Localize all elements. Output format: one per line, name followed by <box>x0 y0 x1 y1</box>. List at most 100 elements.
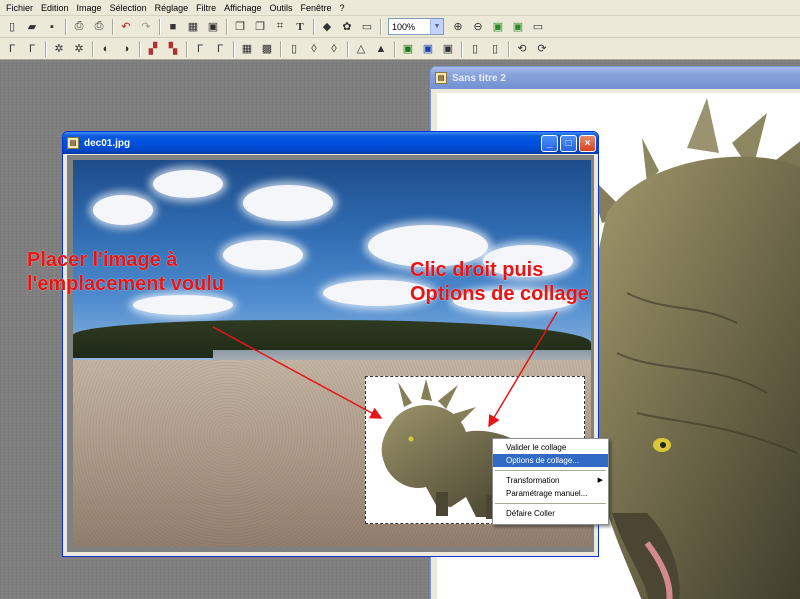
fit-window-icon[interactable]: ▣ <box>489 18 507 36</box>
tools-toolbar: Γ Γ ✲ ✲ ◐ ◑ ▞ ▚ Γ Γ ▦ ▩ ▯ ◊ ◊ △ ▲ ▣ ▣ ▣ … <box>0 38 800 60</box>
gamma-down-icon[interactable]: Γ <box>211 40 229 58</box>
gamma-up-icon[interactable]: Γ <box>191 40 209 58</box>
annotation-line: Options de collage <box>410 283 589 305</box>
color-balance-icon[interactable]: ▣ <box>399 40 417 58</box>
auto-contrast-icon[interactable]: Γ <box>23 40 41 58</box>
annotation-placement: Placer l'image à l'emplacement voulu <box>27 248 224 296</box>
submenu-arrow-icon: ▶ <box>597 477 603 484</box>
menu-item-options-collage[interactable]: Options de collage... <box>493 454 608 467</box>
blur-icon[interactable]: ▲ <box>372 40 390 58</box>
menu-edition[interactable]: Edition <box>37 0 73 16</box>
open-folder-icon[interactable]: ▰ <box>23 18 41 36</box>
menu-item-parametrage-manuel[interactable]: Paramétrage manuel... <box>493 487 608 500</box>
grid-icon[interactable]: ▦ <box>238 40 256 58</box>
rotate-right-icon[interactable]: ⟳ <box>533 40 551 58</box>
mosaic-icon[interactable]: ▩ <box>258 40 276 58</box>
menu-outils[interactable]: Outils <box>266 0 297 16</box>
zoom-out-icon[interactable]: ⊖ <box>469 18 487 36</box>
menubar: Fichier Edition Image Sélection Réglage … <box>0 0 800 16</box>
brightness-down-icon[interactable]: ✲ <box>70 40 88 58</box>
toolbar-separator <box>159 18 160 35</box>
toolbar-separator <box>380 18 381 35</box>
toolbar-separator <box>186 40 187 57</box>
menu-image[interactable]: Image <box>73 0 106 16</box>
menu-filtre[interactable]: Filtre <box>192 0 220 16</box>
document-icon: ▤ <box>67 137 79 149</box>
window-icon[interactable]: ▭ <box>358 18 376 36</box>
close-button[interactable]: × <box>579 134 596 152</box>
toolbar-separator <box>347 40 348 57</box>
redo-icon[interactable]: ↷ <box>137 18 155 36</box>
zoom-in-icon[interactable]: ⊕ <box>449 18 467 36</box>
toolbar-separator <box>280 40 281 57</box>
toolbar-separator <box>508 40 509 57</box>
fullscreen-icon[interactable]: ▭ <box>529 18 547 36</box>
toolbar-separator <box>461 40 462 57</box>
cloud <box>133 295 233 315</box>
menu-reglage[interactable]: Réglage <box>151 0 193 16</box>
menu-item-defaire-coller[interactable]: Défaire Coller <box>493 507 608 520</box>
save-icon[interactable]: ▪ <box>43 18 61 36</box>
document-icon: ▤ <box>435 72 447 84</box>
menu-affichage[interactable]: Affichage <box>220 0 265 16</box>
gray-square-icon[interactable]: ■ <box>164 18 182 36</box>
print-icon[interactable]: ⎙ <box>70 18 88 36</box>
shapes-icon[interactable]: ◆ <box>318 18 336 36</box>
menu-help[interactable]: ? <box>336 0 349 16</box>
menu-item-label: Transformation <box>506 476 560 485</box>
window-titlebar[interactable]: ▤ Sans titre 2 <box>431 67 800 89</box>
new-file-icon[interactable]: ▯ <box>3 18 21 36</box>
chevron-down-icon[interactable]: ▼ <box>430 19 443 34</box>
annotation-right-click: Clic droit puis Options de collage <box>410 258 589 306</box>
toolbar-separator <box>45 40 46 57</box>
menu-item-transformation[interactable]: Transformation ▶ <box>493 474 608 487</box>
drop-icon[interactable]: ◊ <box>305 40 323 58</box>
undo-icon[interactable]: ↶ <box>117 18 135 36</box>
menu-fichier[interactable]: Fichier <box>2 0 37 16</box>
mirror-horizontal-icon[interactable]: ▯ <box>466 40 484 58</box>
text-tool-icon[interactable]: T <box>291 18 309 36</box>
menu-fenetre[interactable]: Fenêtre <box>297 0 336 16</box>
toolbar-separator <box>139 40 140 57</box>
context-menu: Valider le collage Options de collage...… <box>492 438 609 525</box>
main-toolbar: ▯ ▰ ▪ ⎙ ⎙ ↶ ↷ ■ ▦ ▣ ❐ ❐ ⌗ T ◆ ✿ ▭ 100% ▼… <box>0 16 800 38</box>
brightness-up-icon[interactable]: ✲ <box>50 40 68 58</box>
window-titlebar[interactable]: ▤ dec01.jpg _ □ × <box>63 132 598 154</box>
contrast-up-icon[interactable]: ◐ <box>97 40 115 58</box>
zoom-select[interactable]: 100% ▼ <box>388 18 444 35</box>
toolbar-separator <box>112 18 113 35</box>
toolbar-separator <box>65 18 66 35</box>
rgb-icon[interactable]: ▣ <box>419 40 437 58</box>
copy-icon[interactable]: ❐ <box>231 18 249 36</box>
saturation-up-icon[interactable]: ▞ <box>144 40 162 58</box>
saturation-down-icon[interactable]: ▚ <box>164 40 182 58</box>
crop-icon[interactable]: ⌗ <box>271 18 289 36</box>
layers-icon[interactable]: ▣ <box>204 18 222 36</box>
window-title: dec01.jpg <box>84 137 131 149</box>
cloud <box>153 170 223 198</box>
rotate-left-icon[interactable]: ⟲ <box>513 40 531 58</box>
menu-selection[interactable]: Sélection <box>106 0 151 16</box>
image-adjust-icon[interactable]: ▣ <box>439 40 457 58</box>
menu-item-valider-collage[interactable]: Valider le collage <box>493 441 608 454</box>
toolbar-separator <box>233 40 234 57</box>
book-icon[interactable]: ▯ <box>285 40 303 58</box>
menu-separator <box>495 503 606 504</box>
minimize-button[interactable]: _ <box>541 134 558 152</box>
annotation-line: Placer l'image à <box>27 249 178 271</box>
auto-level-icon[interactable]: Γ <box>3 40 21 58</box>
effects-icon[interactable]: ✿ <box>338 18 356 36</box>
color-palette-icon[interactable]: ▦ <box>184 18 202 36</box>
cloud <box>243 185 333 221</box>
drop-outline-icon[interactable]: ◊ <box>325 40 343 58</box>
mirror-vertical-icon[interactable]: ▯ <box>486 40 504 58</box>
annotation-line: Clic droit puis <box>410 259 544 281</box>
sharpen-icon[interactable]: △ <box>352 40 370 58</box>
maximize-button[interactable]: □ <box>560 134 577 152</box>
contrast-down-icon[interactable]: ◑ <box>117 40 135 58</box>
print-preview-icon[interactable]: ⎙ <box>90 18 108 36</box>
app-root: Fichier Edition Image Sélection Réglage … <box>0 0 800 599</box>
zoom-value: 100% <box>392 21 416 32</box>
paste-icon[interactable]: ❐ <box>251 18 269 36</box>
actual-size-icon[interactable]: ▣ <box>509 18 527 36</box>
